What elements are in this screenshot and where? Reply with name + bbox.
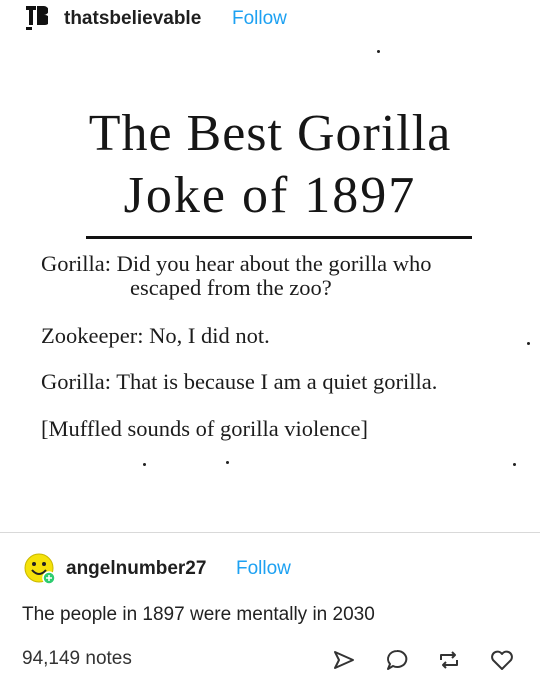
headline-line-2: Joke of 1897 xyxy=(123,167,417,224)
post-header: thatsbelievable Follow xyxy=(0,0,540,40)
scan-speck xyxy=(527,342,530,345)
joke-line: escaped from the zoo? xyxy=(130,275,332,300)
headline-line-1: The Best Gorilla xyxy=(88,105,452,162)
reblog-comment: The people in 1897 were mentally in 2030 xyxy=(22,604,375,625)
scan-speck xyxy=(377,50,380,53)
heart-icon[interactable] xyxy=(489,648,515,672)
follow-button[interactable]: Follow xyxy=(236,558,291,580)
reblog-icon[interactable] xyxy=(436,648,462,672)
scan-speck xyxy=(226,461,229,464)
joke-line: [Muffled sounds of gorilla violence] xyxy=(41,416,369,441)
post-image: The Best Gorilla Joke of 1897 Gorilla: D… xyxy=(0,40,540,520)
scan-speck xyxy=(513,463,516,466)
reblog-username[interactable]: angelnumber27 xyxy=(66,558,206,580)
follow-button[interactable]: Follow xyxy=(232,8,287,30)
joke-line: Gorilla: Did you hear about the gorilla … xyxy=(41,251,432,276)
reply-icon[interactable] xyxy=(384,648,410,672)
notes-count[interactable]: 94,149 notes xyxy=(22,648,132,670)
tb-logo-icon[interactable] xyxy=(26,6,48,30)
share-icon[interactable] xyxy=(331,648,357,672)
joke-line: Zookeeper: No, I did not. xyxy=(41,323,270,348)
scan-speck xyxy=(143,463,146,466)
post-divider xyxy=(0,532,540,533)
joke-line: Gorilla: That is because I am a quiet go… xyxy=(41,369,438,394)
post-username[interactable]: thatsbelievable xyxy=(64,8,201,30)
smiley-avatar-icon[interactable] xyxy=(24,553,56,585)
headline-rule xyxy=(86,236,472,239)
